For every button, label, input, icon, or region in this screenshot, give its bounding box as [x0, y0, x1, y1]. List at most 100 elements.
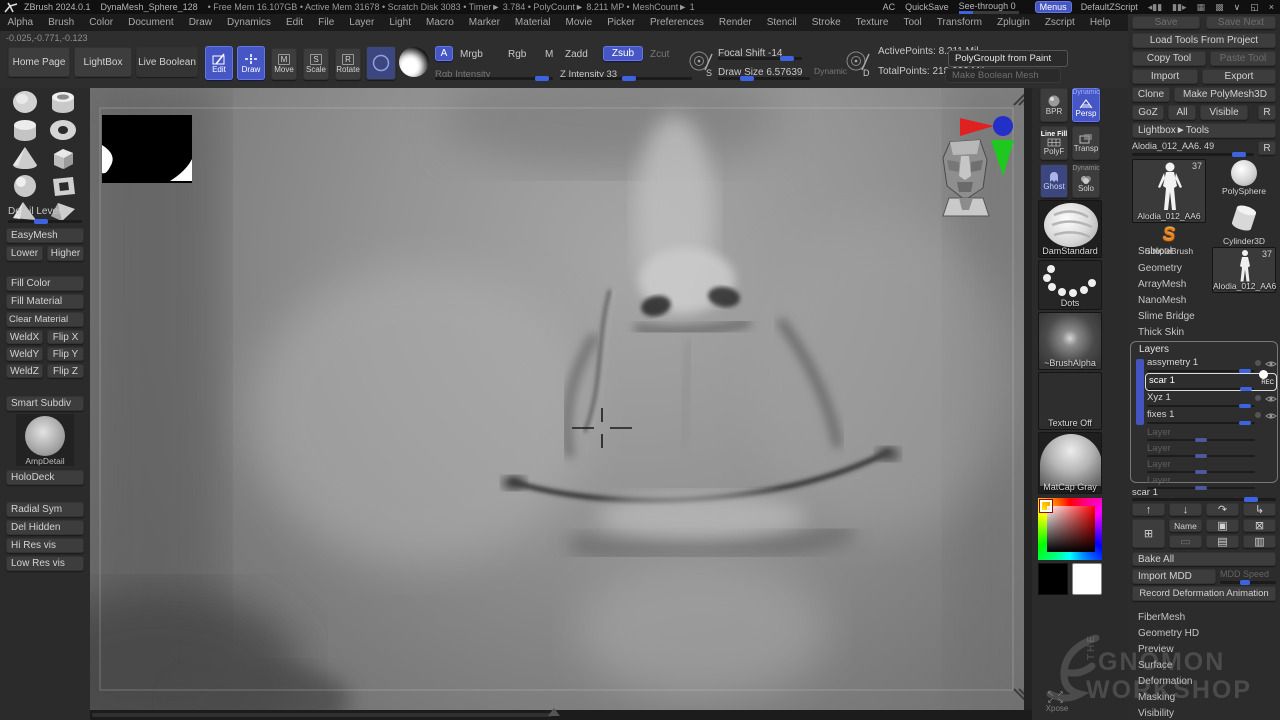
vertical-scrollbar[interactable]: [1024, 85, 1032, 710]
layer-new-button[interactable]: ⊞: [1132, 519, 1165, 548]
m-button[interactable]: M: [545, 49, 553, 60]
secondary-color-swatch[interactable]: [1072, 563, 1102, 595]
stroke-selector-button[interactable]: [366, 46, 396, 80]
layer-group-button[interactable]: ▭: [1169, 535, 1202, 548]
tool-r-button[interactable]: R: [1258, 141, 1276, 155]
menu-layer[interactable]: Layer: [342, 17, 382, 28]
move-button[interactable]: M Move: [271, 48, 297, 80]
live-boolean-button[interactable]: Live Boolean: [136, 47, 198, 77]
import-button[interactable]: Import: [1132, 69, 1198, 84]
menu-tool[interactable]: Tool: [896, 17, 929, 28]
polysphere-tool-thumb[interactable]: PolySphere: [1212, 159, 1276, 201]
clear-material-button[interactable]: Clear Material: [6, 312, 84, 327]
goz-r-button[interactable]: R: [1258, 105, 1276, 120]
menu-help[interactable]: Help: [1082, 17, 1118, 28]
panel-config2-icon[interactable]: ▩: [1215, 2, 1224, 13]
layer-move-up-button[interactable]: ↑: [1132, 503, 1165, 516]
polyframe-button[interactable]: Line Fill PolyF: [1040, 126, 1068, 160]
primitive-cube-icon[interactable]: [48, 146, 78, 170]
menu-movie[interactable]: Movie: [558, 17, 600, 28]
menu-texture[interactable]: Texture: [848, 17, 896, 28]
holodeck-button[interactable]: HoloDeck: [6, 470, 84, 485]
flipz-button[interactable]: Flip Z: [47, 364, 84, 378]
layer-name-button[interactable]: Name: [1169, 519, 1202, 532]
lightbox-tools-button[interactable]: Lightbox►Tools: [1132, 123, 1276, 138]
load-tools-from-project-button[interactable]: Load Tools From Project: [1132, 33, 1276, 48]
active-tool-thumb[interactable]: 37 Alodia_012_AA6: [1132, 159, 1206, 223]
main-color-swatch[interactable]: [1038, 563, 1068, 595]
see-through-slider[interactable]: See-through 0: [959, 1, 1026, 13]
ghost-button[interactable]: Ghost: [1040, 164, 1068, 198]
primitive-sphere-icon[interactable]: [10, 174, 40, 198]
layer-row-empty[interactable]: Layer: [1147, 443, 1275, 459]
cylinder3d-tool-thumb[interactable]: Cylinder3D: [1212, 202, 1276, 246]
layer-row-selected[interactable]: scar 1 REC: [1145, 373, 1277, 391]
section-slimebridge[interactable]: Slime Bridge: [1138, 311, 1195, 322]
menu-material[interactable]: Material: [507, 17, 558, 28]
weldy-button[interactable]: WeldY: [6, 347, 43, 361]
clone-button[interactable]: Clone: [1132, 87, 1170, 102]
section-arraymesh[interactable]: ArrayMesh: [1138, 279, 1186, 290]
save-button[interactable]: Save: [1132, 16, 1200, 29]
sculpt-viewport[interactable]: [90, 85, 1032, 710]
ampdetail-alpha-thumb[interactable]: AmpDetail: [16, 414, 74, 466]
focal-shift-slider[interactable]: Focal Shift -14: [718, 43, 828, 61]
primitive-torus-icon[interactable]: [48, 118, 78, 142]
zadd-button[interactable]: Zadd: [565, 49, 588, 60]
layer-intensity-slider[interactable]: scar 1: [1132, 487, 1276, 501]
section-geometry-hd[interactable]: Geometry HD: [1138, 628, 1199, 639]
section-fibermesh[interactable]: FiberMesh: [1138, 612, 1185, 623]
horizontal-scrollbar[interactable]: [90, 710, 1032, 720]
mrgb-button[interactable]: Mrgb: [460, 49, 483, 60]
tool-select-slider[interactable]: Alodia_012_AA6. 49: [1132, 141, 1254, 156]
layer-visibility-eye-icon[interactable]: [1265, 412, 1277, 420]
layer-visibility-eye-icon[interactable]: [1265, 360, 1277, 368]
low-res-vis-button[interactable]: Low Res vis: [6, 556, 84, 571]
zcut-button[interactable]: Zcut: [650, 49, 669, 60]
close-button[interactable]: ×: [1269, 2, 1274, 12]
weldx-button[interactable]: WeldX: [6, 330, 43, 344]
make-polymesh3d-button[interactable]: Make PolyMesh3D: [1174, 87, 1276, 102]
section-deformation[interactable]: Deformation: [1138, 676, 1192, 687]
copy-tool-button[interactable]: Copy Tool: [1132, 51, 1206, 66]
goz-button[interactable]: GoZ: [1132, 105, 1164, 120]
menu-picker[interactable]: Picker: [600, 17, 643, 28]
mdd-speed-slider[interactable]: MDD Speed: [1220, 569, 1276, 584]
layer-merge-down-button[interactable]: ↳: [1243, 503, 1276, 516]
menu-stroke[interactable]: Stroke: [804, 17, 848, 28]
rgb-intensity-slider[interactable]: Rgb Intensity: [435, 64, 553, 80]
fill-material-button[interactable]: Fill Material: [6, 294, 84, 309]
sv-square[interactable]: [1047, 506, 1095, 552]
a-toggle-button[interactable]: A: [435, 46, 453, 61]
menu-color[interactable]: Color: [82, 17, 121, 28]
paste-tool-button[interactable]: Paste Tool: [1210, 51, 1276, 66]
layer-split-button[interactable]: ▤: [1206, 535, 1239, 548]
record-deformation-button[interactable]: Record Deformation Animation: [1132, 586, 1276, 601]
section-thickskin[interactable]: Thick Skin: [1138, 327, 1184, 338]
lightbox-button[interactable]: LightBox: [74, 47, 132, 77]
goz-visible-button[interactable]: Visible: [1200, 105, 1248, 120]
fill-color-button[interactable]: Fill Color: [6, 276, 84, 291]
layer-mode-dot[interactable]: [1255, 395, 1261, 401]
primitive-cylinder-icon[interactable]: [10, 118, 40, 142]
layer-delete-button[interactable]: ⊠: [1243, 519, 1276, 532]
quicksave-button[interactable]: QuickSave: [905, 2, 949, 12]
menu-dynamics[interactable]: Dynamics: [220, 17, 279, 28]
axis-indicator-gizmo[interactable]: [958, 110, 1018, 180]
layer-mode-dot[interactable]: [1255, 412, 1261, 418]
layers-header[interactable]: Layers: [1139, 344, 1169, 355]
layer-row[interactable]: Xyz 1: [1147, 392, 1275, 409]
primitive-disc-icon[interactable]: [10, 90, 40, 114]
rgb-button[interactable]: Rgb: [508, 49, 526, 60]
layer-duplicate-button[interactable]: ▣: [1206, 519, 1239, 532]
section-surface[interactable]: Surface: [1138, 660, 1172, 671]
bpr-button[interactable]: BPR: [1040, 88, 1068, 122]
menus-button[interactable]: Menus: [1036, 2, 1071, 12]
layer-merge-up-button[interactable]: ↷: [1206, 503, 1239, 516]
section-nanomesh[interactable]: NanoMesh: [1138, 295, 1186, 306]
layer-visibility-eye-icon[interactable]: [1265, 395, 1277, 403]
import-mdd-button[interactable]: Import MDD: [1132, 569, 1216, 584]
primitive-cone-icon[interactable]: [10, 146, 40, 170]
layer-mode-dot[interactable]: [1255, 360, 1261, 366]
minimize-button[interactable]: ∨: [1234, 2, 1241, 13]
